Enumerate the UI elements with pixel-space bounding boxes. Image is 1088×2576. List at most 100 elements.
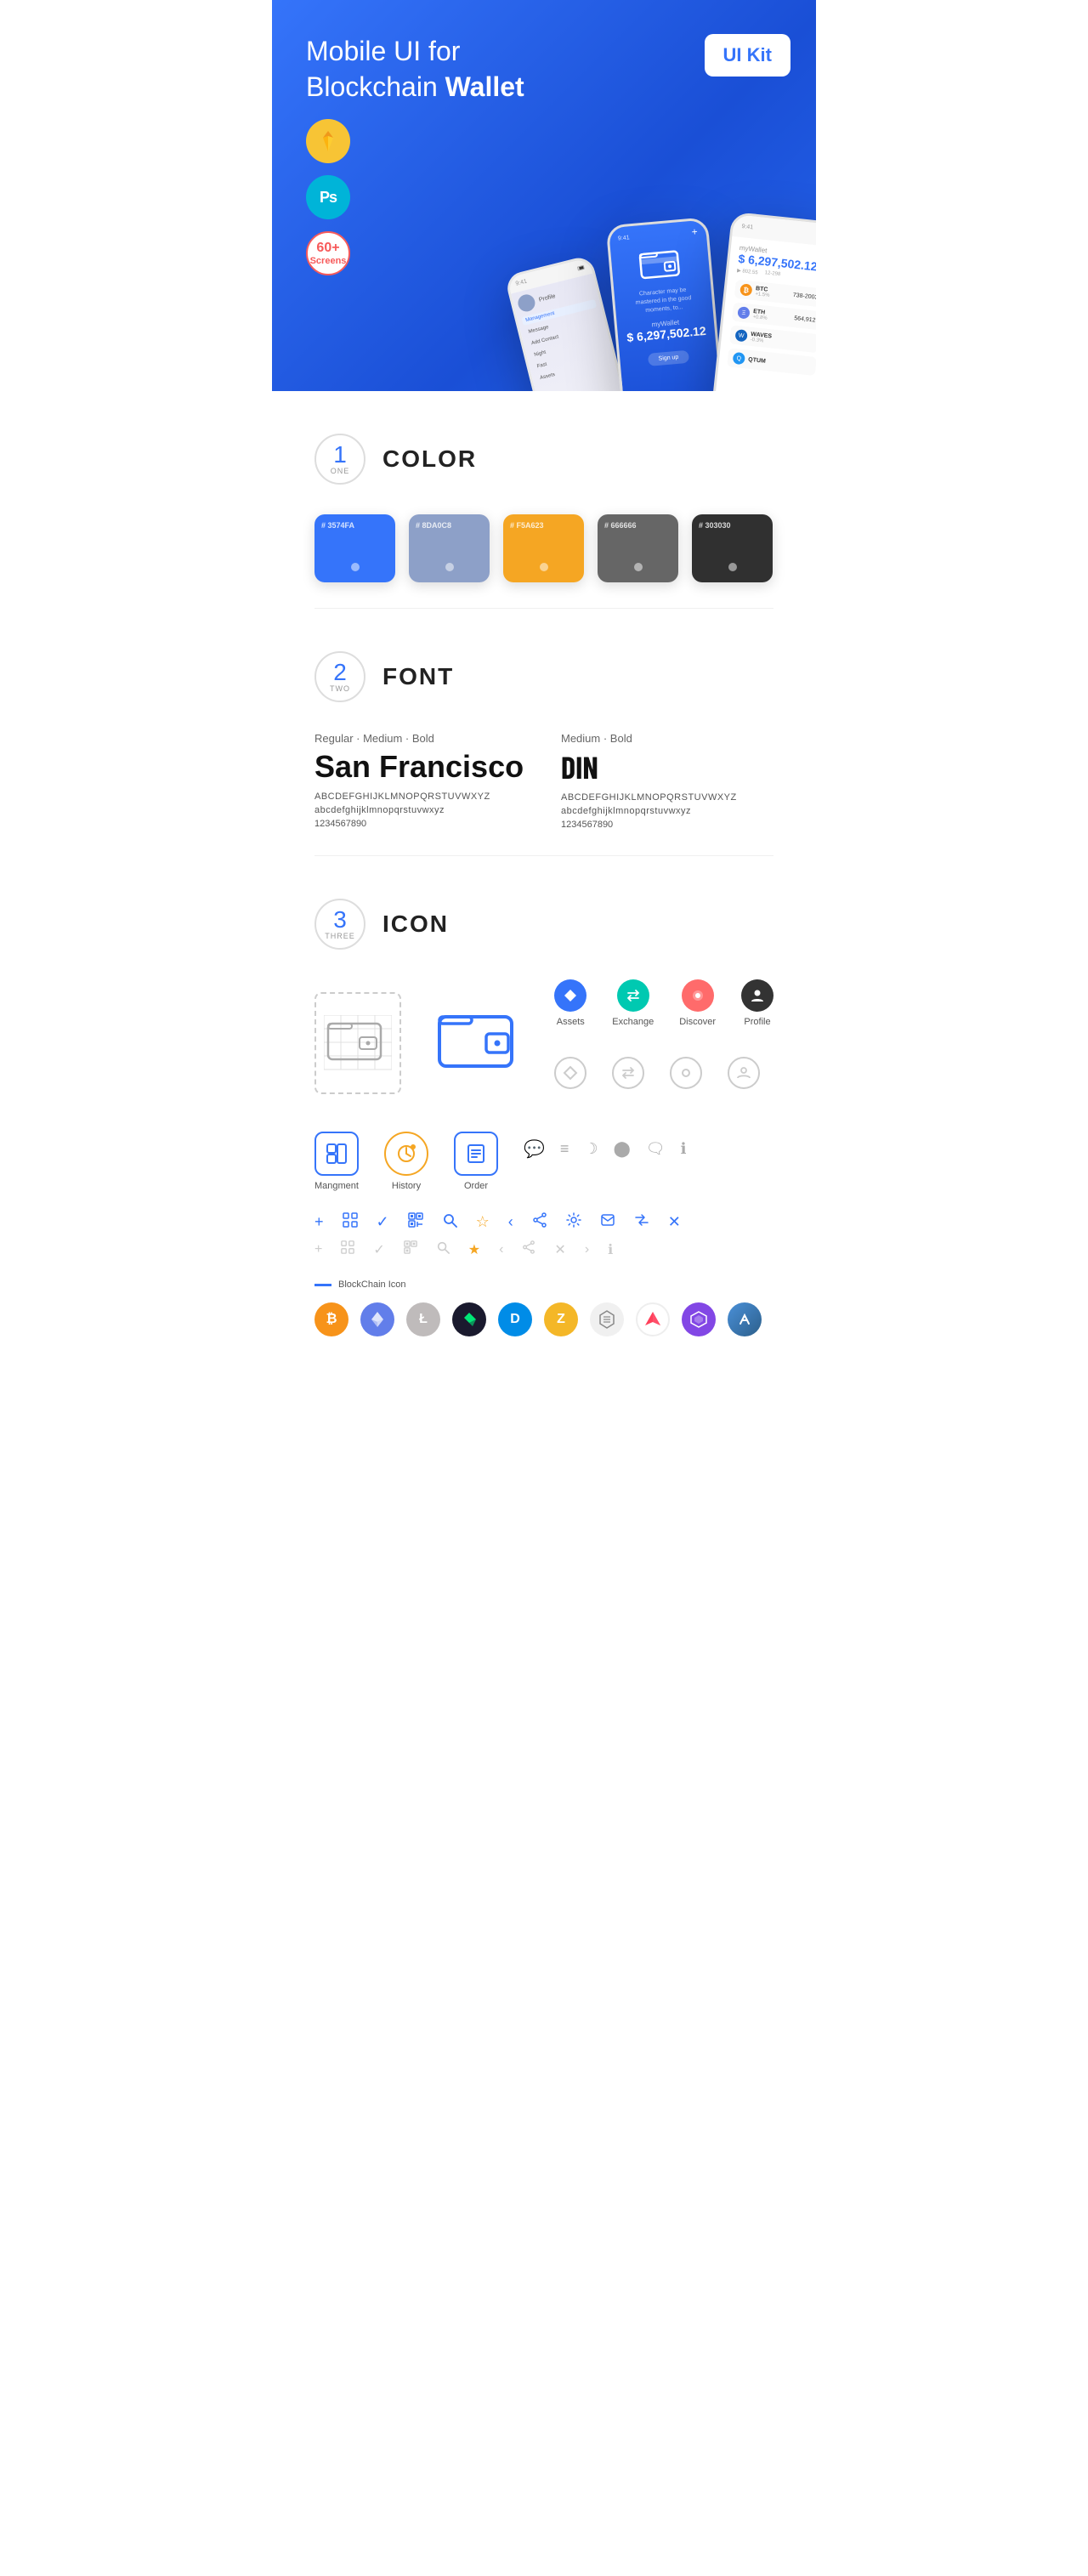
forward-icon-gray: › (585, 1242, 589, 1257)
color-section: 1 ONE COLOR # 3574FA # 8DA0C8 # F5A623 (272, 391, 816, 608)
grid-icon (343, 1212, 358, 1232)
check-icon: ✓ (377, 1213, 389, 1231)
icon-section-title: ICON (382, 911, 449, 938)
history-icon (384, 1132, 428, 1176)
nav-icon-discover-gray (670, 1057, 702, 1089)
qr-icon-gray (404, 1240, 417, 1258)
blockchain-label: BlockChain Icon (314, 1279, 774, 1290)
icon-section-header: 3 THREE ICON (314, 899, 774, 950)
close-icon-gray: ✕ (554, 1241, 565, 1258)
btc-icon: ₿ (314, 1302, 348, 1336)
wallet-colored-icon (435, 992, 521, 1094)
tool-icons-row: + ✓ ☆ ‹ ✕ (314, 1212, 774, 1232)
font-grid: Regular · Medium · Bold San Francisco AB… (314, 732, 774, 830)
management-icon (314, 1132, 359, 1176)
speech-icon: 💬 (524, 1138, 545, 1160)
swatch-dot (728, 563, 737, 571)
swatch-dark: # 303030 (692, 514, 773, 582)
font-din: Medium · Bold DIN ABCDEFGHIJKLMNOPQRSTUV… (561, 732, 774, 830)
nav-icon-discover: Discover (679, 979, 716, 1027)
app-icon-history: History (384, 1132, 428, 1191)
font-section-header: 2 TWO FONT (314, 651, 774, 702)
nav-icons-bottom-row (554, 1057, 774, 1089)
swatch-dot (634, 563, 643, 571)
misc-icons: 💬 ≡ ☽ ⬤ 🗨 ℹ (524, 1132, 686, 1160)
zcash-icon: Z (544, 1302, 578, 1336)
neo-icon (452, 1302, 486, 1336)
nav-icon-profile: Profile (741, 979, 774, 1027)
swatch-steelblue: # 8DA0C8 (409, 514, 490, 582)
add-icon: + (314, 1213, 324, 1231)
stack-icon: ≡ (560, 1140, 570, 1158)
send-icon (600, 1212, 615, 1232)
profile-icon-gray (728, 1057, 760, 1089)
order-icon (454, 1132, 498, 1176)
nav-icon-assets-gray (554, 1057, 586, 1089)
font-weight-label-sf: Regular · Medium · Bold (314, 732, 527, 745)
font-numbers-din: 1234567890 (561, 820, 774, 830)
color-section-header: 1 ONE COLOR (314, 434, 774, 485)
hero-badges: Ps 60+ Screens (306, 119, 350, 275)
big-icon-area: Assets Exchange Discover (314, 979, 774, 1106)
color-swatches: # 3574FA # 8DA0C8 # F5A623 # 666666 (314, 514, 774, 582)
font-section-title: FONT (382, 663, 454, 690)
phone-mockups: 9:41 Profile Management Message Add Cont… (518, 204, 816, 391)
back-icon-gray: ‹ (499, 1242, 503, 1257)
iota-icon (590, 1302, 624, 1336)
tool-icons-gray-row: + ✓ ★ ‹ ✕ › ℹ (314, 1240, 774, 1258)
nav-icon-exchange: Exchange (612, 979, 654, 1027)
chat-icon: 🗨 (646, 1140, 666, 1158)
matic-icon (682, 1302, 716, 1336)
search-icon-gray (436, 1240, 450, 1258)
section-number-1: 1 ONE (314, 434, 366, 485)
app-icon-management: Mangment (314, 1132, 359, 1191)
ltc-icon: Ł (406, 1302, 440, 1336)
hero-section: Mobile UI for Blockchain Wallet UI Kit P… (272, 0, 816, 391)
crypto-icons: ₿ Ł D Z (314, 1302, 774, 1336)
info-icon: ℹ (681, 1140, 687, 1158)
exchange-icon (617, 979, 649, 1012)
sketch-badge (306, 119, 350, 163)
star-icon-gold-filled: ★ (468, 1241, 480, 1258)
phone-3: 9:41 + myWallet $ 6,297,502.12 ▶ 802.55 … (711, 212, 816, 391)
font-weight-label-din: Medium · Bold (561, 732, 774, 745)
ui-kit-badge: UI Kit (705, 34, 790, 77)
hero-title: Mobile UI for Blockchain Wallet (306, 34, 578, 105)
nav-icon-assets: Assets (554, 979, 586, 1027)
dash-icon: D (498, 1302, 532, 1336)
font-name-sf: San Francisco (314, 749, 527, 785)
check-icon-gray: ✓ (373, 1241, 384, 1258)
font-numbers-sf: 1234567890 (314, 819, 527, 829)
phone-2: 9:41 + Character may bemastered in the g… (606, 217, 724, 391)
back-icon: ‹ (508, 1213, 513, 1231)
nav-icons-top-row: Assets Exchange Discover (554, 979, 774, 1027)
app-icon-order: Order (454, 1132, 498, 1191)
eth-icon (360, 1302, 394, 1336)
section-number-2: 2 TWO (314, 651, 366, 702)
moon-icon: ☽ (584, 1140, 598, 1158)
discover-icon-gray (670, 1057, 702, 1089)
section-number-3: 3 THREE (314, 899, 366, 950)
grid-icon-gray (341, 1240, 354, 1258)
screens-badge: 60+ Screens (306, 231, 350, 275)
swatch-orange: # F5A623 (503, 514, 584, 582)
font-section: 2 TWO FONT Regular · Medium · Bold San F… (272, 609, 816, 855)
search-icon (442, 1212, 457, 1232)
discover-icon (682, 979, 714, 1012)
swatch-blue: # 3574FA (314, 514, 395, 582)
swatch-dot (351, 563, 360, 571)
font-uppercase-din: ABCDEFGHIJKLMNOPQRSTUVWXYZ (561, 792, 774, 803)
nav-icon-exchange-gray (612, 1057, 644, 1089)
info-icon-gray: ℹ (608, 1241, 613, 1258)
wallet-wireframe-icon (314, 992, 401, 1094)
font-lowercase-din: abcdefghijklmnopqrstuvwxyz (561, 806, 774, 816)
swatch-dot (540, 563, 548, 571)
star-icon: ☆ (476, 1213, 490, 1231)
settings-icon (566, 1212, 581, 1232)
nav-icon-profile-gray (728, 1057, 760, 1089)
assets-icon (554, 979, 586, 1012)
swap-icon (634, 1212, 649, 1232)
swatch-gray: # 666666 (598, 514, 678, 582)
close-icon: ✕ (668, 1213, 681, 1231)
swatch-dot (445, 563, 454, 571)
